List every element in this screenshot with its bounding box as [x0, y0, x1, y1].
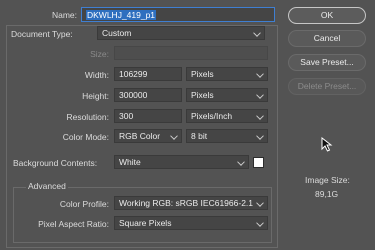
chevron-down-icon: [256, 70, 264, 78]
background-color-swatch[interactable]: [253, 157, 264, 168]
chevron-down-icon: [256, 199, 264, 207]
name-label: Name:: [51, 10, 77, 20]
chevron-down-icon: [256, 132, 264, 140]
resolution-unit-select[interactable]: Pixels/Inch: [186, 109, 268, 123]
size-label: Size:: [90, 49, 109, 59]
bit-depth-select[interactable]: 8 bit: [186, 129, 268, 143]
document-type-label: Document Type:: [11, 29, 73, 39]
name-input[interactable]: DKWLHJ_419_p1: [81, 7, 275, 22]
color-profile-select[interactable]: Working RGB: sRGB IEC61966-2.1: [114, 196, 268, 210]
cursor-icon: [321, 137, 333, 152]
save-preset-button[interactable]: Save Preset...: [288, 54, 366, 71]
pixel-aspect-ratio-label: Pixel Aspect Ratio:: [38, 219, 109, 229]
document-type-select[interactable]: Custom: [97, 26, 265, 40]
width-input[interactable]: 106299: [114, 67, 182, 81]
chevron-down-icon: [253, 29, 261, 37]
background-contents-value: White: [119, 157, 141, 167]
width-label: Width:: [84, 70, 109, 80]
cancel-button[interactable]: Cancel: [288, 30, 366, 47]
color-profile-label: Color Profile:: [59, 199, 109, 209]
image-size-value: 89,1G: [315, 189, 339, 199]
height-unit-value: Pixels: [191, 90, 214, 100]
resolution-unit-value: Pixels/Inch: [191, 111, 233, 121]
color-mode-select[interactable]: RGB Color: [114, 129, 182, 143]
width-unit-value: Pixels: [191, 69, 214, 79]
width-unit-select[interactable]: Pixels: [186, 67, 268, 81]
pixel-aspect-ratio-value: Square Pixels: [119, 218, 172, 228]
document-type-value: Custom: [102, 28, 132, 38]
name-value: DKWLHJ_419_p1: [86, 10, 157, 20]
height-label: Height:: [82, 91, 109, 101]
color-mode-value: RGB Color: [119, 131, 161, 141]
height-input[interactable]: 300000: [114, 88, 182, 102]
resolution-value: 300: [119, 111, 134, 121]
delete-preset-button: Delete Preset...: [288, 78, 366, 95]
size-select: [114, 46, 268, 60]
color-profile-value: Working RGB: sRGB IEC61966-2.1: [119, 198, 254, 208]
height-value: 300000: [119, 90, 148, 100]
color-mode-label: Color Mode:: [62, 132, 109, 142]
advanced-title: Advanced: [26, 181, 68, 191]
chevron-down-icon: [256, 219, 264, 227]
chevron-down-icon: [256, 91, 264, 99]
resolution-label: Resolution:: [66, 112, 109, 122]
bit-depth-value: 8 bit: [191, 131, 208, 141]
background-contents-select[interactable]: White: [114, 155, 249, 169]
height-unit-select[interactable]: Pixels: [186, 88, 268, 102]
ok-button[interactable]: OK: [288, 7, 366, 24]
image-size-label: Image Size:: [305, 175, 350, 185]
pixel-aspect-ratio-select[interactable]: Square Pixels: [114, 216, 268, 230]
background-contents-label: Background Contents:: [13, 158, 98, 168]
chevron-down-icon: [170, 132, 178, 140]
chevron-down-icon: [256, 112, 264, 120]
width-value: 106299: [119, 69, 148, 79]
chevron-down-icon: [237, 158, 245, 166]
resolution-input[interactable]: 300: [114, 109, 182, 123]
